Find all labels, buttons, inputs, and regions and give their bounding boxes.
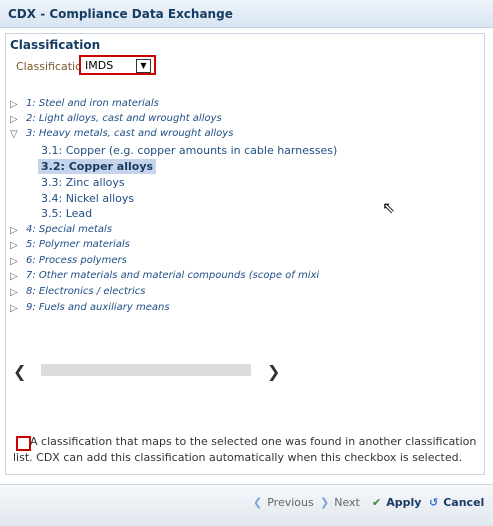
expand-icon[interactable]: ▷ xyxy=(10,271,18,282)
checkmark-icon: ✔ xyxy=(372,496,382,509)
scroll-right-icon[interactable]: ❯ xyxy=(267,362,280,381)
chevron-left-icon: ❮ xyxy=(253,496,263,509)
scroll-left-icon[interactable]: ❮ xyxy=(13,362,26,381)
expand-icon[interactable]: ▷ xyxy=(10,225,18,236)
expand-icon[interactable]: ▷ xyxy=(10,240,18,251)
expand-icon[interactable]: ▷ xyxy=(10,256,18,267)
tree-leaf-3-5[interactable]: 3.5: Lead xyxy=(41,207,92,220)
tree-leaf-3-1[interactable]: 3.1: Copper (e.g. copper amounts in cabl… xyxy=(41,144,337,157)
collapse-icon[interactable]: ▽ xyxy=(10,129,18,140)
tree-leaf-3-3[interactable]: 3.3: Zinc alloys xyxy=(41,176,125,189)
horizontal-scrollbar[interactable]: ❮ ❯ xyxy=(13,362,294,381)
expand-icon[interactable]: ▷ xyxy=(10,99,18,110)
cancel-icon: ↺ xyxy=(429,496,439,509)
classification-note-text: A classification that maps to the select… xyxy=(13,435,477,464)
expand-icon[interactable]: ▷ xyxy=(10,303,18,314)
apply-button[interactable]: ✔ Apply xyxy=(372,496,421,509)
classification-note: A classification that maps to the select… xyxy=(13,434,490,466)
next-button[interactable]: ❯ Next xyxy=(320,496,360,509)
tree-leaf-3-4[interactable]: 3.4: Nickel alloys xyxy=(41,192,134,205)
tree-leaf-3-2-selected[interactable]: 3.2: Copper alloys xyxy=(38,159,157,174)
expand-icon[interactable]: ▷ xyxy=(10,287,18,298)
chevron-right-icon: ❯ xyxy=(320,496,330,509)
expand-icon[interactable]: ▷ xyxy=(10,114,18,125)
mouse-cursor: ⇖ xyxy=(382,198,396,217)
cancel-button[interactable]: ↺ Cancel xyxy=(429,496,484,509)
scroll-track[interactable] xyxy=(41,364,251,376)
previous-button[interactable]: ❮ Previous xyxy=(253,496,314,509)
